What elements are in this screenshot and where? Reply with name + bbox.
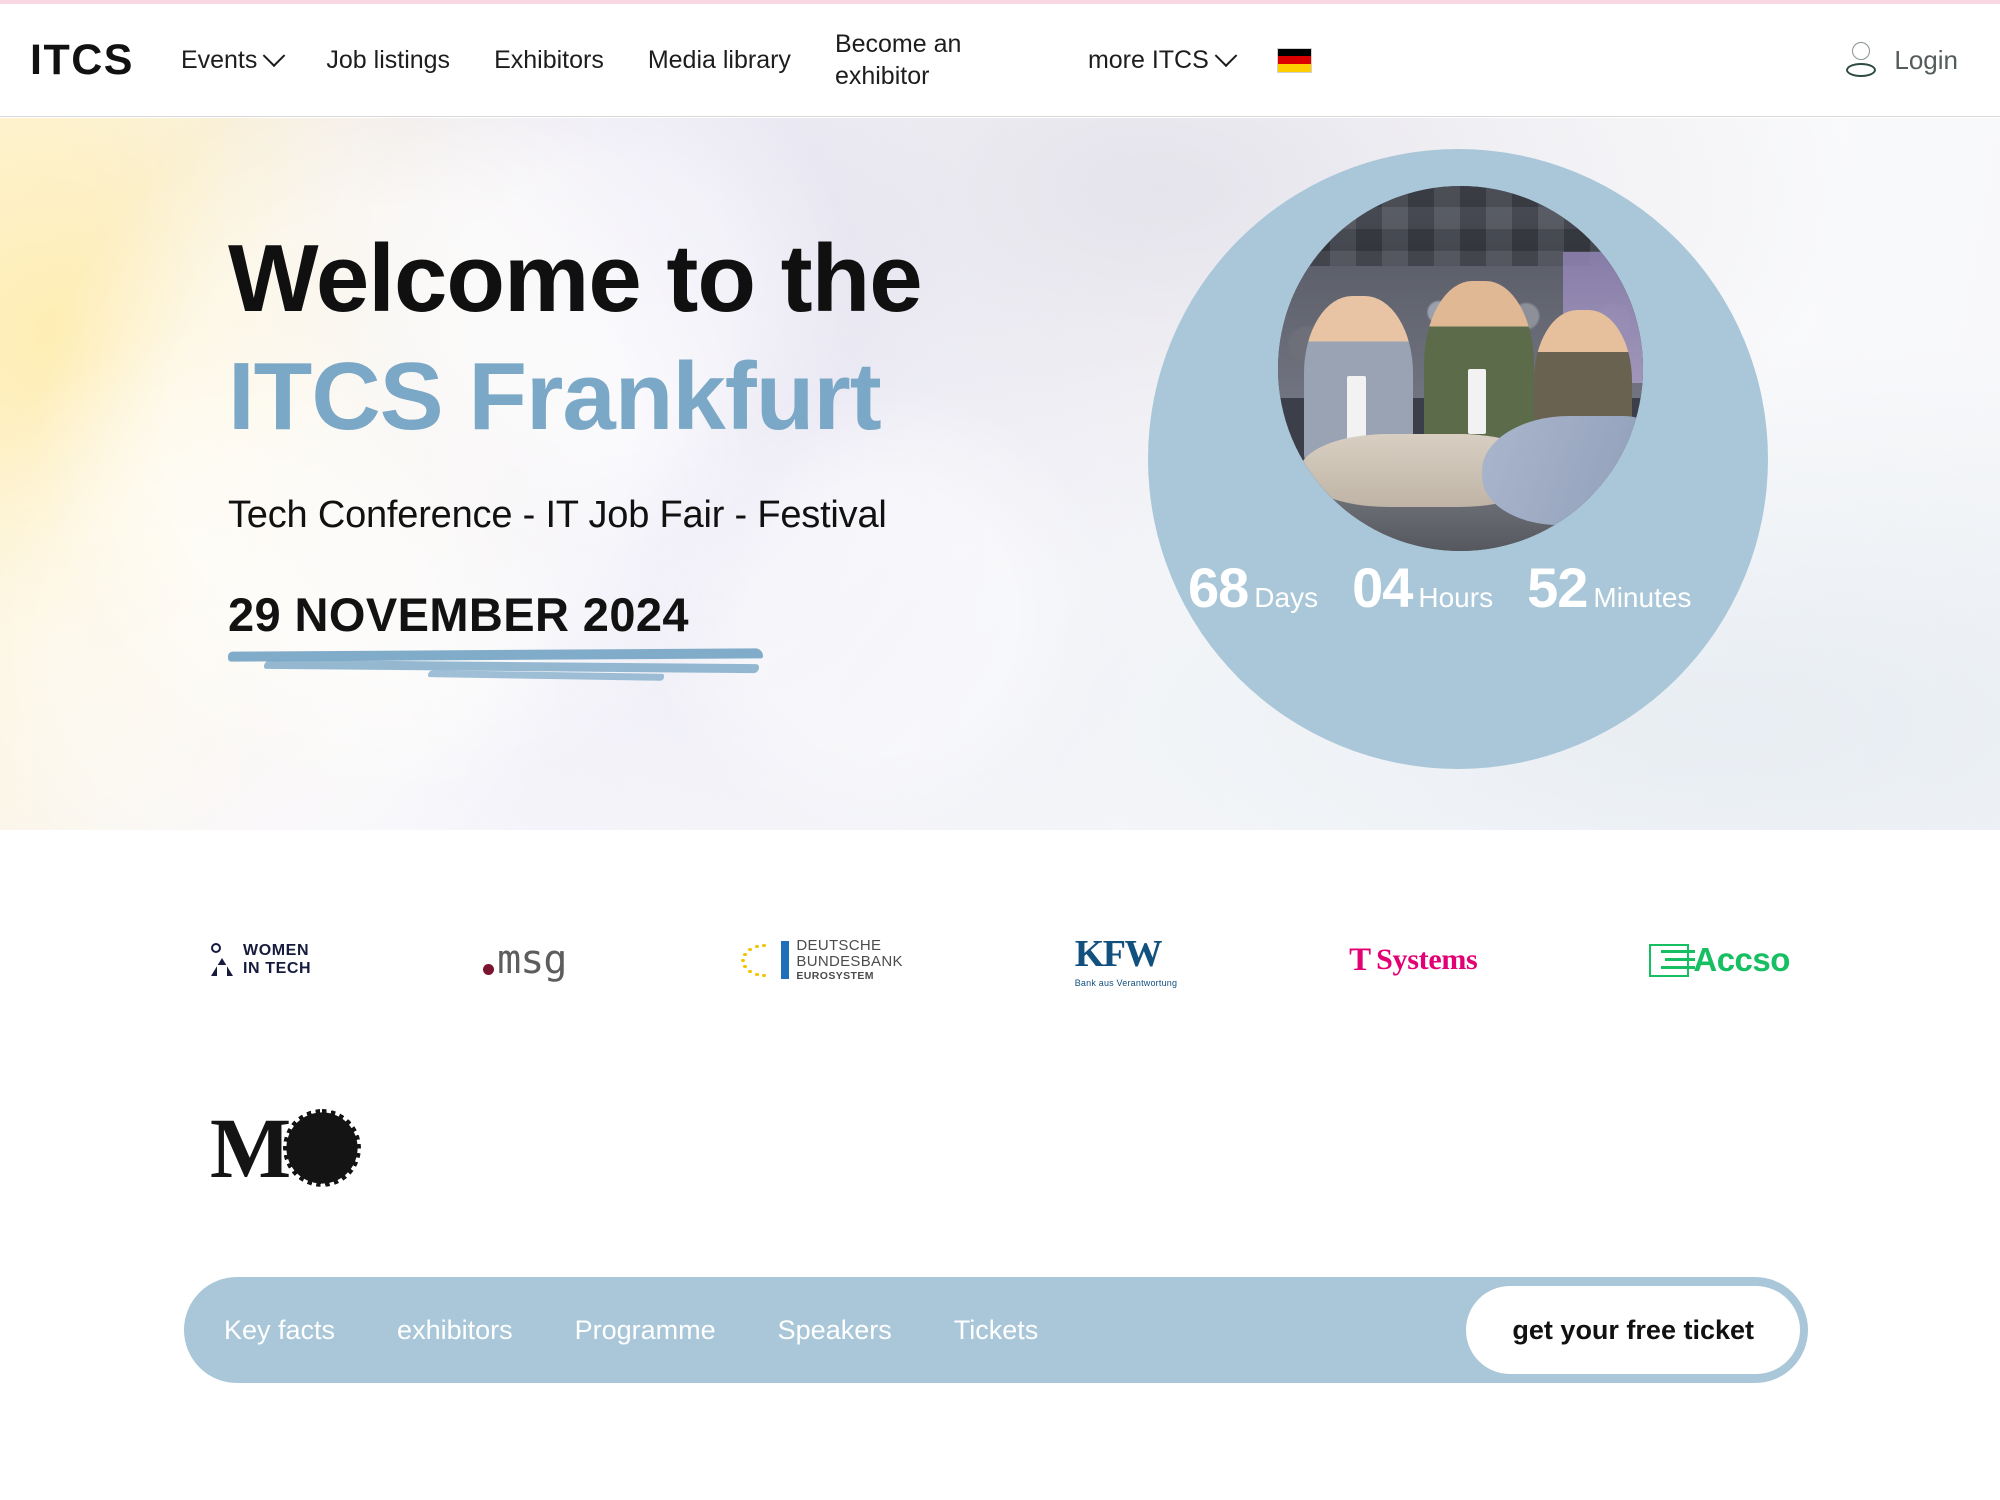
sponsor-row-1: WOMEN IN TECH msg DEUTSCHE BUNDESBANK EU…: [0, 900, 2000, 1020]
hero-copy: Welcome to the ITCS Frankfurt Tech Confe…: [227, 225, 923, 681]
germany-flag-icon[interactable]: [1277, 48, 1311, 72]
sponsor-women-in-tech-line1: WOMEN: [243, 942, 310, 960]
sponsor-logo-deutsche-bundesbank[interactable]: DEUTSCHE BUNDESBANK EUROSYSTEM: [738, 938, 902, 982]
countdown-hours-value: 04: [1352, 556, 1413, 619]
countdown-minutes-value: 52: [1527, 556, 1588, 619]
eu-stars-icon: [738, 941, 774, 979]
sponsor-logo-msg[interactable]: msg: [483, 937, 567, 983]
countdown-hours: 04 Hours: [1352, 555, 1493, 620]
chevron-down-icon: [1214, 44, 1238, 68]
section-nav-links: Key facts exhibitors Programme Speakers …: [214, 1309, 1048, 1352]
hero-event-date: 29 NOVEMBER 2024: [228, 587, 689, 641]
hero-subtitle: Tech Conference - IT Job Fair - Festival: [228, 493, 887, 536]
women-in-tech-mark-icon: [210, 943, 236, 977]
bundesbank-bar-icon: [781, 941, 790, 979]
nav-item-events-label: Events: [180, 45, 258, 74]
sponsor-accso-label: Accso: [1693, 941, 1790, 978]
sponsor-bundesbank-line3: EUROSYSTEM: [796, 969, 874, 982]
sponsor-mo-label: M: [210, 1100, 291, 1196]
countdown-days: 68 Days: [1188, 555, 1318, 620]
sponsor-women-in-tech-line2: IN TECH: [243, 960, 312, 977]
main-navigation: Events Job listings Exhibitors Media lib…: [181, 28, 1311, 92]
sponsor-kfw-tagline: Bank aus Verantwortung: [1074, 978, 1178, 988]
itcs-logo[interactable]: ITCS: [30, 36, 134, 85]
hero-title-line2: ITCS Frankfurt: [228, 342, 882, 450]
section-nav-key-facts[interactable]: Key facts: [214, 1309, 345, 1352]
countdown-days-label: Days: [1254, 582, 1319, 613]
countdown-minutes: 52 Minutes: [1527, 555, 1691, 620]
person-icon: [1844, 41, 1878, 79]
hero-section: Welcome to the ITCS Frankfurt Tech Confe…: [0, 118, 2000, 830]
countdown-timer: 68 Days 04 Hours 52 Minutes: [1188, 555, 1691, 620]
hero-title-line1: Welcome to the: [228, 225, 923, 332]
accso-mark-icon: [1649, 943, 1696, 977]
section-nav-bar: Key facts exhibitors Programme Speakers …: [184, 1277, 1808, 1383]
nav-item-events[interactable]: Events: [180, 44, 286, 75]
get-free-ticket-button[interactable]: get your free ticket: [1466, 1286, 1800, 1374]
t-systems-mark-icon: T: [1349, 941, 1372, 978]
hero-date-wrapper: 29 NOVEMBER 2024: [227, 587, 764, 681]
nav-item-media-library[interactable]: Media library: [648, 46, 791, 75]
section-nav-exhibitors[interactable]: exhibitors: [387, 1309, 523, 1352]
gear-icon: [283, 1109, 362, 1187]
sponsor-bundesbank-line1: DEUTSCHE: [796, 937, 882, 955]
countdown-days-value: 68: [1188, 556, 1249, 619]
sponsor-logos-section: WOMEN IN TECH msg DEUTSCHE BUNDESBANK EU…: [0, 900, 2000, 1228]
hero-photo: [1278, 186, 1643, 551]
nav-item-more-itcs-label: more ITCS: [1087, 45, 1209, 74]
nav-item-become-an-exhibitor[interactable]: Become an exhibitor: [835, 28, 1000, 92]
page-root: ITCS Events Job listings Exhibitors Medi…: [0, 0, 2000, 1500]
section-nav-programme[interactable]: Programme: [565, 1309, 726, 1352]
sponsor-logo-accso[interactable]: Accso: [1649, 941, 1790, 979]
login-label: Login: [1894, 44, 1958, 75]
sponsor-logo-t-systems[interactable]: T Systems: [1349, 941, 1478, 978]
chevron-down-icon: [263, 44, 286, 68]
sponsor-logo-mo[interactable]: M: [210, 1100, 362, 1196]
sponsor-t-systems-label: Systems: [1376, 943, 1478, 976]
nav-item-more-itcs[interactable]: more ITCS: [1087, 44, 1238, 75]
sponsor-bundesbank-line2: BUNDESBANK: [796, 952, 903, 970]
sponsor-row-2: M: [0, 1068, 2000, 1228]
countdown-hours-label: Hours: [1418, 582, 1494, 613]
login-button[interactable]: Login: [1844, 41, 1958, 79]
nav-item-job-listings[interactable]: Job listings: [326, 46, 450, 75]
msg-dot-icon: [483, 963, 495, 975]
section-nav-speakers[interactable]: Speakers: [768, 1309, 902, 1352]
sponsor-msg-label: msg: [497, 937, 567, 983]
nav-item-exhibitors[interactable]: Exhibitors: [494, 46, 604, 75]
sponsor-logo-kfw[interactable]: KFW Bank aus Verantwortung: [1075, 932, 1177, 988]
site-header: ITCS Events Job listings Exhibitors Medi…: [0, 4, 2000, 117]
section-nav-tickets[interactable]: Tickets: [944, 1309, 1049, 1352]
sponsor-kfw-label: KFW: [1074, 933, 1163, 975]
sponsor-logo-women-in-tech[interactable]: WOMEN IN TECH: [210, 942, 311, 978]
countdown-minutes-label: Minutes: [1593, 582, 1692, 613]
